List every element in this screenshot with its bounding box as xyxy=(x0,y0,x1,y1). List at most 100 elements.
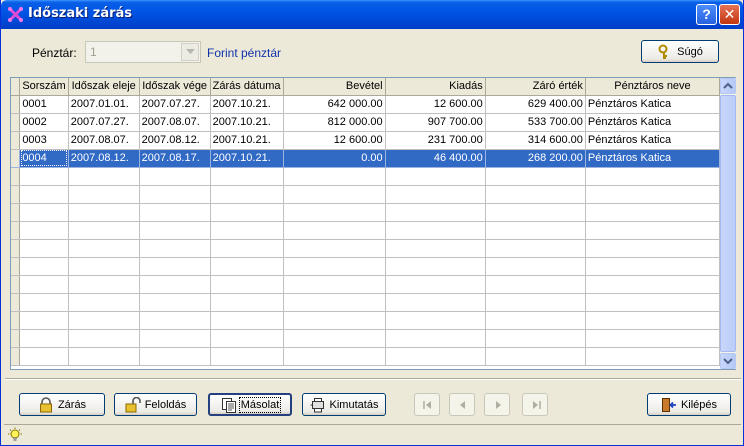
column-header-idoszak-vege[interactable]: Időszak vége xyxy=(139,78,211,96)
column-header-penztaros-neve[interactable]: Pénztáros neve xyxy=(585,78,720,96)
table-cell[interactable] xyxy=(283,347,386,366)
table-cell[interactable]: Pénztáros Katica xyxy=(585,131,720,150)
table-cell[interactable] xyxy=(385,257,486,276)
table-cell[interactable] xyxy=(68,167,140,186)
table-cell[interactable]: 629 400.00 xyxy=(485,95,586,114)
table-cell[interactable] xyxy=(385,311,486,330)
table-cell[interactable] xyxy=(283,185,386,204)
table-cell[interactable]: 231 700.00 xyxy=(385,131,486,150)
table-cell[interactable] xyxy=(139,167,211,186)
table-cell[interactable]: 0004 xyxy=(19,149,69,168)
table-cell[interactable] xyxy=(68,329,140,348)
table-row[interactable] xyxy=(11,185,720,204)
table-cell[interactable] xyxy=(19,293,69,312)
table-cell[interactable] xyxy=(283,257,386,276)
table-cell[interactable] xyxy=(139,329,211,348)
table-cell[interactable] xyxy=(385,167,486,186)
table-cell[interactable] xyxy=(19,311,69,330)
title-bar[interactable]: Időszaki zárás ? ✕ xyxy=(1,0,743,29)
table-cell[interactable] xyxy=(68,221,140,240)
table-cell[interactable] xyxy=(283,311,386,330)
scroll-up-button[interactable] xyxy=(720,78,736,94)
table-row[interactable] xyxy=(11,275,720,294)
table-cell[interactable] xyxy=(283,239,386,258)
table-cell[interactable] xyxy=(210,311,284,330)
table-cell[interactable] xyxy=(585,293,720,312)
table-cell[interactable] xyxy=(283,221,386,240)
table-cell[interactable] xyxy=(210,203,284,222)
table-cell[interactable] xyxy=(585,185,720,204)
help-title-button[interactable]: ? xyxy=(696,4,717,25)
column-header-bevetel[interactable]: Bevétel xyxy=(283,78,386,96)
column-header-sorszam[interactable]: Sorszám xyxy=(19,78,69,96)
table-row[interactable]: 0004 2007.08.12. 2007.08.17. 2007.10.21. 0.0… xyxy=(11,149,720,168)
table-cell[interactable] xyxy=(585,221,720,240)
scroll-down-button[interactable] xyxy=(720,353,736,369)
table-cell[interactable]: 642 000.00 xyxy=(283,95,386,114)
chevron-down-icon[interactable] xyxy=(181,43,199,61)
table-cell[interactable] xyxy=(485,203,586,222)
table-cell[interactable] xyxy=(485,311,586,330)
scroll-thumb[interactable] xyxy=(720,95,736,352)
table-cell[interactable] xyxy=(385,239,486,258)
kimutatas-button[interactable]: Kimutatás xyxy=(302,393,386,416)
masolat-button[interactable]: Másolat xyxy=(208,393,292,416)
column-header-kiadas[interactable]: Kiadás xyxy=(385,78,486,96)
table-cell[interactable]: Pénztáros Katica xyxy=(585,113,720,132)
table-cell[interactable] xyxy=(19,329,69,348)
table-cell[interactable]: 12 600.00 xyxy=(283,131,386,150)
table-cell[interactable] xyxy=(139,293,211,312)
closing-table[interactable]: Sorszám Időszak eleje Időszak vége Zárás dá… xyxy=(10,77,736,370)
row-indicator[interactable] xyxy=(11,329,21,348)
table-cell[interactable]: 2007.08.07. xyxy=(68,131,140,150)
table-row[interactable]: 0003 2007.08.07. 2007.08.12. 2007.10.21. 12 … xyxy=(11,131,720,150)
table-cell[interactable] xyxy=(68,311,140,330)
row-indicator[interactable] xyxy=(11,257,21,276)
table-cell[interactable] xyxy=(19,347,69,366)
table-cell[interactable]: 812 000.00 xyxy=(283,113,386,132)
column-header-zaras-datuma[interactable]: Zárás dátuma xyxy=(210,78,284,96)
table-cell[interactable]: 314 600.00 xyxy=(485,131,586,150)
table-cell[interactable]: Pénztáros Katica xyxy=(585,95,720,114)
table-cell[interactable] xyxy=(139,221,211,240)
row-indicator[interactable] xyxy=(11,311,21,330)
table-cell[interactable] xyxy=(19,203,69,222)
table-cell[interactable]: 0.00 xyxy=(283,149,386,168)
table-cell[interactable]: 46 400.00 xyxy=(385,149,486,168)
table-cell[interactable]: 2007.08.17. xyxy=(139,149,211,168)
table-cell[interactable] xyxy=(139,311,211,330)
table-cell[interactable] xyxy=(139,257,211,276)
vertical-scrollbar[interactable] xyxy=(720,78,736,369)
table-row[interactable] xyxy=(11,311,720,330)
table-cell[interactable]: 268 200.00 xyxy=(485,149,586,168)
table-cell[interactable]: 2007.07.27. xyxy=(68,113,140,132)
table-cell[interactable] xyxy=(585,239,720,258)
table-cell[interactable] xyxy=(485,239,586,258)
table-cell[interactable] xyxy=(485,185,586,204)
last-record-button[interactable] xyxy=(522,393,548,416)
table-cell[interactable] xyxy=(139,239,211,258)
table-cell[interactable] xyxy=(283,203,386,222)
table-cell[interactable] xyxy=(485,221,586,240)
table-cell[interactable] xyxy=(68,257,140,276)
table-cell[interactable] xyxy=(385,347,486,366)
table-cell[interactable]: 2007.08.12. xyxy=(68,149,140,168)
table-cell[interactable] xyxy=(68,239,140,258)
next-record-button[interactable] xyxy=(484,393,510,416)
column-header-zaro-ertek[interactable]: Záró érték xyxy=(485,78,586,96)
table-cell[interactable] xyxy=(585,347,720,366)
table-cell[interactable] xyxy=(385,293,486,312)
penztar-select[interactable]: 1 xyxy=(85,41,201,63)
table-cell[interactable] xyxy=(585,257,720,276)
table-cell[interactable]: 533 700.00 xyxy=(485,113,586,132)
table-cell[interactable] xyxy=(210,185,284,204)
row-indicator[interactable] xyxy=(11,131,21,150)
table-cell[interactable] xyxy=(485,347,586,366)
row-indicator[interactable] xyxy=(11,95,21,114)
table-row[interactable]: 0002 2007.07.27. 2007.08.07. 2007.10.21. 812… xyxy=(11,113,720,132)
table-cell[interactable] xyxy=(283,275,386,294)
table-cell[interactable] xyxy=(485,275,586,294)
row-indicator[interactable] xyxy=(11,167,21,186)
table-cell[interactable] xyxy=(585,275,720,294)
table-cell[interactable]: 12 600.00 xyxy=(385,95,486,114)
